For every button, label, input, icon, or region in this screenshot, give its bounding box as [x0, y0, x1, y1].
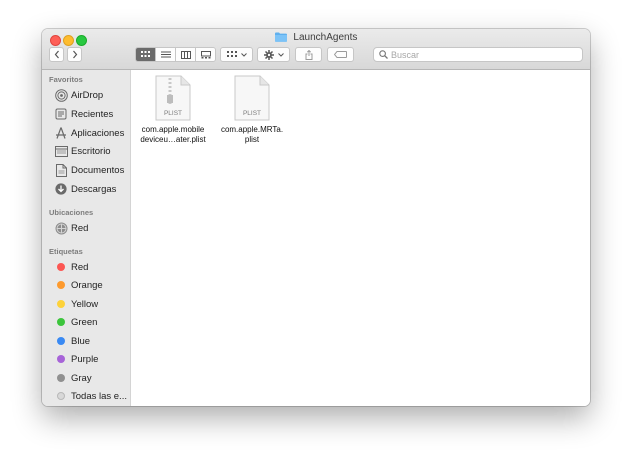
desktop-icon — [54, 144, 68, 158]
gallery-icon — [200, 50, 211, 58]
icon-view-button[interactable] — [136, 48, 155, 61]
sidebar-item-label: Orange — [71, 279, 103, 291]
file-name: com.apple.mobile deviceu…ater.plist — [140, 125, 206, 144]
sidebar-item-label: Green — [71, 316, 98, 328]
sidebar-item-label: Aplicaciones — [71, 127, 125, 139]
sidebar: Favoritos AirDrop Recientes Aplicaciones… — [42, 70, 131, 406]
file-item[interactable]: PLIST com.apple.MRTa. plist — [212, 75, 292, 145]
sidebar-item-label: Escritorio — [71, 145, 111, 157]
sidebar-item-label: Documentos — [71, 164, 125, 176]
sidebar-tag-purple[interactable]: Purple — [54, 351, 98, 367]
columns-icon — [180, 50, 191, 59]
sidebar-tag-all-tags[interactable]: Todas las e... — [54, 388, 127, 404]
tag-color-dot — [57, 300, 65, 308]
tag-button[interactable] — [327, 47, 354, 62]
chevron-down-icon — [240, 52, 247, 57]
sidebar-item-label: Blue — [71, 335, 91, 347]
sidebar-item-label: Recientes — [71, 108, 114, 120]
sidebar-item-desktop[interactable]: Escritorio — [54, 143, 111, 159]
window-title-bar: LaunchAgents — [42, 32, 590, 43]
list-view-button[interactable] — [155, 48, 175, 61]
view-mode-switcher — [135, 47, 216, 62]
search-placeholder: Buscar — [391, 49, 420, 60]
downloads-icon — [54, 182, 68, 196]
toolbar: LaunchAgents Buscar — [42, 29, 590, 70]
chevron-left-icon — [54, 50, 59, 59]
sidebar-item-label: Red — [71, 222, 89, 234]
list-icon — [160, 51, 171, 58]
svg-text:PLIST: PLIST — [243, 110, 261, 117]
sidebar-item-label: Descargas — [71, 183, 117, 195]
back-button[interactable] — [49, 47, 64, 62]
airdrop-icon — [54, 88, 68, 102]
plist-file-icon: PLIST — [234, 75, 270, 121]
sidebar-item-airdrop[interactable]: AirDrop — [54, 87, 103, 103]
group-button[interactable] — [220, 47, 253, 62]
chevron-right-icon — [72, 50, 77, 59]
tag-color-dot — [57, 392, 65, 400]
tag-color-dot — [57, 355, 65, 363]
forward-button[interactable] — [67, 47, 82, 62]
gallery-view-button[interactable] — [195, 48, 215, 61]
tag-color-dot — [57, 318, 65, 326]
file-name: com.apple.MRTa. plist — [220, 125, 284, 144]
file-item[interactable]: PLIST com.apple.mobile deviceu…ater.plis… — [133, 75, 213, 145]
finder-window: LaunchAgents Buscar Favoritos AirDrop Re… — [42, 29, 590, 406]
sidebar-tag-green[interactable]: Green — [54, 314, 97, 330]
sidebar-tag-blue[interactable]: Blue — [54, 333, 90, 349]
folder-icon — [274, 32, 287, 42]
sidebar-item-network[interactable]: Red — [54, 220, 88, 236]
sidebar-item-downloads[interactable]: Descargas — [54, 181, 116, 197]
window-title: LaunchAgents — [293, 32, 358, 43]
sidebar-item-label: Yellow — [71, 298, 99, 310]
search-icon — [379, 50, 388, 59]
sidebar-tag-gray[interactable]: Gray — [54, 370, 92, 386]
share-button[interactable] — [295, 47, 322, 62]
tag-color-dot — [57, 337, 65, 345]
action-button[interactable] — [257, 47, 290, 62]
sidebar-section-locations: Ubicaciones — [49, 208, 94, 217]
tag-color-dot — [57, 281, 65, 289]
grid-icon — [141, 51, 150, 57]
tag-color-dot — [57, 374, 65, 382]
applications-icon — [54, 126, 68, 140]
sidebar-item-label: AirDrop — [71, 89, 104, 101]
sidebar-tag-yellow[interactable]: Yellow — [54, 296, 98, 312]
sidebar-tag-red[interactable]: Red — [54, 259, 88, 275]
chevron-down-icon — [277, 52, 284, 57]
search-field[interactable]: Buscar — [373, 47, 583, 62]
group-icon — [226, 51, 237, 57]
gear-icon — [263, 49, 274, 60]
sidebar-item-label: Gray — [71, 372, 92, 384]
network-icon — [54, 221, 68, 235]
file-browser: PLIST com.apple.mobile deviceu…ater.plis… — [131, 70, 590, 406]
sidebar-item-label: Purple — [71, 353, 99, 365]
svg-text:PLIST: PLIST — [164, 110, 182, 117]
plist-file-icon: PLIST — [155, 75, 191, 121]
documents-icon — [54, 163, 68, 177]
recents-icon — [54, 107, 68, 121]
sidebar-item-recents[interactable]: Recientes — [54, 106, 113, 122]
tag-color-dot — [57, 263, 65, 271]
sidebar-item-label: Red — [71, 261, 89, 273]
sidebar-section-favorites: Favoritos — [49, 75, 83, 84]
sidebar-item-documents[interactable]: Documentos — [54, 162, 124, 178]
tag-icon — [334, 51, 347, 58]
sidebar-item-applications[interactable]: Aplicaciones — [54, 125, 124, 141]
sidebar-tag-orange[interactable]: Orange — [54, 277, 103, 293]
sidebar-item-label: Todas las e... — [71, 390, 127, 402]
share-icon — [305, 49, 312, 60]
sidebar-section-tags: Etiquetas — [49, 247, 83, 256]
column-view-button[interactable] — [175, 48, 195, 61]
